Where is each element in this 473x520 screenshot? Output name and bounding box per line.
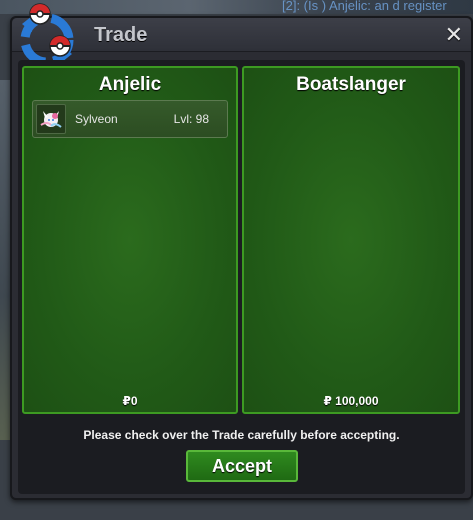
- trade-window: Trade ✕ Anjelic Sylveon Lvl: 98 ₽0 Boats…: [10, 3, 473, 500]
- sylveon-sprite-icon: [36, 104, 66, 134]
- trade-item-slot[interactable]: Sylveon Lvl: 98: [32, 100, 228, 138]
- right-player-name: Boatslanger: [296, 74, 406, 95]
- item-level: Lvl: 98: [173, 112, 209, 126]
- close-button[interactable]: ✕: [445, 22, 463, 48]
- left-player-name: Anjelic: [98, 74, 162, 95]
- item-name: Sylveon: [75, 112, 118, 126]
- accept-button[interactable]: Accept: [186, 450, 298, 482]
- left-trade-panel[interactable]: Anjelic Sylveon Lvl: 98 ₽0: [22, 66, 238, 414]
- right-money-offer: ₽ 100,000: [323, 394, 379, 408]
- chat-text: [2]: (Is ) Anjelic: an d register: [282, 0, 447, 13]
- pokeball-bottom-icon: [49, 35, 71, 57]
- left-money-offer: ₽0: [122, 394, 138, 408]
- trade-body: Anjelic Sylveon Lvl: 98 ₽0 Boatslanger ₽…: [18, 60, 465, 494]
- pokeball-top-icon: [29, 3, 51, 25]
- trade-notice: Please check over the Trade carefully be…: [83, 428, 400, 442]
- right-trade-panel[interactable]: Boatslanger ₽ 100,000: [242, 66, 460, 414]
- window-title: Trade: [94, 24, 148, 46]
